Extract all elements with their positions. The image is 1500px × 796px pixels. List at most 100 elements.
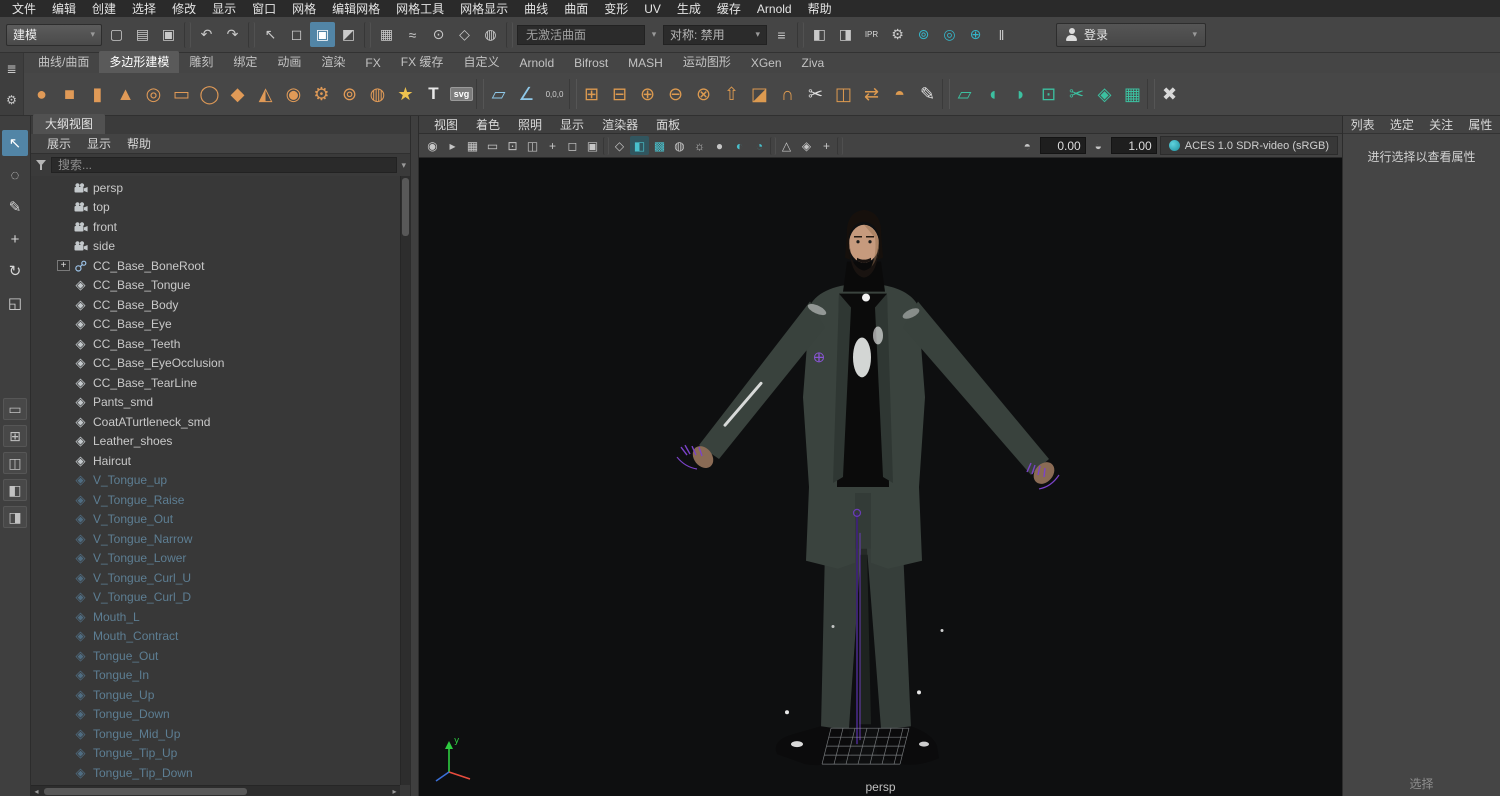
poly-pipe-icon[interactable]: ◉ (280, 77, 307, 111)
select-component-mode-icon[interactable]: ◩ (336, 22, 361, 47)
shelf-gear-icon[interactable]: ⚙ (3, 91, 21, 109)
outliner-item[interactable]: ◈ CC_Base_Teeth (31, 334, 400, 354)
lighting-icon[interactable]: ☼ (690, 136, 709, 155)
gamma-icon[interactable]: ◒ (1089, 136, 1108, 155)
bevel-icon[interactable]: ◪ (746, 77, 773, 111)
expand-toggle-icon[interactable] (57, 767, 70, 778)
poly-platonic-icon[interactable]: ◆ (224, 77, 251, 111)
boolean-intersection-icon[interactable]: ⊗ (690, 77, 717, 111)
viewport-menu-item[interactable]: 显示 (551, 116, 593, 133)
cut-uv-icon[interactable]: ✂ (1063, 77, 1090, 111)
layout-four-pane-icon[interactable]: ⊞ (3, 425, 27, 447)
viewport-menu-item[interactable]: 视图 (425, 116, 467, 133)
outliner-item[interactable]: ◈ Leather_shoes (31, 432, 400, 452)
expand-toggle-icon[interactable] (57, 397, 70, 408)
open-scene-icon[interactable]: ▤ (130, 22, 155, 47)
shelf-tab[interactable]: 自定义 (453, 51, 509, 73)
outliner-item[interactable]: ◈ side (31, 237, 400, 257)
anti-aliasing-icon[interactable]: ◔ (750, 136, 769, 155)
ambient-occlusion-icon[interactable]: ◐ (730, 136, 749, 155)
insert-edge-loop-icon[interactable]: ◫ (830, 77, 857, 111)
extrude-icon[interactable]: ⇧ (718, 77, 745, 111)
poly-cylinder-icon[interactable]: ▮ (84, 77, 111, 111)
outliner-item[interactable]: ◈ top (31, 198, 400, 218)
shelf-tab[interactable]: Arnold (509, 54, 564, 73)
outliner-item[interactable]: + ◈ CC_Base_BoneRoot (31, 256, 400, 276)
render-view-icon[interactable]: ⊚ (911, 22, 936, 47)
svg-tool-icon[interactable]: svg (448, 77, 475, 111)
planar-uv-icon[interactable]: ▱ (951, 77, 978, 111)
outliner-item[interactable]: ◈ CC_Base_Eye (31, 315, 400, 335)
shelf-tab[interactable]: 渲染 (311, 51, 355, 73)
menu-item[interactable]: 网格 (284, 0, 324, 17)
menu-item[interactable]: 创建 (84, 0, 124, 17)
menu-item[interactable]: 帮助 (800, 0, 840, 17)
outliner-horizontal-scrollbar[interactable]: ◂ ▸ (31, 785, 400, 796)
field-dropdown-icon[interactable]: ▾ (647, 22, 661, 47)
shelf-tab[interactable]: 动画 (267, 51, 311, 73)
expand-toggle-icon[interactable] (57, 650, 70, 661)
move-tool-icon[interactable]: + (2, 226, 28, 252)
menu-item[interactable]: 网格显示 (452, 0, 516, 17)
shelf-tab[interactable]: Ziva (792, 54, 835, 73)
viewport-menu-item[interactable]: 面板 (647, 116, 689, 133)
grid-toggle-icon[interactable]: ▦ (463, 136, 482, 155)
expand-toggle-icon[interactable]: + (57, 260, 70, 272)
menu-item[interactable]: 曲面 (556, 0, 596, 17)
spherical-uv-icon[interactable]: ◗ (1007, 77, 1034, 111)
shadows-icon[interactable]: ● (710, 136, 729, 155)
expand-toggle-icon[interactable] (57, 416, 70, 427)
menu-item[interactable]: 显示 (204, 0, 244, 17)
poly-sphere-icon[interactable]: ● (28, 77, 55, 111)
menu-item[interactable]: 编辑网格 (324, 0, 388, 17)
scroll-left-icon[interactable]: ◂ (31, 787, 42, 796)
outliner-item[interactable]: ◈ V_Tongue_Curl_D (31, 588, 400, 608)
ipr-render-icon[interactable]: ◨ (833, 22, 858, 47)
smooth-icon[interactable]: ◓ (886, 77, 913, 111)
boolean-difference-icon[interactable]: ⊖ (662, 77, 689, 111)
outliner-item[interactable]: ◈ Tongue_Tip_Up (31, 744, 400, 764)
rotate-tool-icon[interactable]: ↻ (2, 258, 28, 284)
active-surface-field[interactable]: 无激活曲面 (517, 24, 645, 45)
shelf-tab[interactable]: 雕刻 (179, 51, 223, 73)
expand-toggle-icon[interactable] (57, 572, 70, 583)
expand-toggle-icon[interactable] (57, 455, 70, 466)
expand-toggle-icon[interactable] (57, 358, 70, 369)
attribute-editor-menu-item[interactable]: 列表 (1351, 116, 1375, 133)
expand-toggle-icon[interactable] (57, 709, 70, 720)
menu-item[interactable]: 生成 (669, 0, 709, 17)
film-gate-icon[interactable]: ▭ (483, 136, 502, 155)
chevron-down-icon[interactable]: ▾ (401, 160, 406, 171)
attribute-editor-menu-item[interactable]: 关注 (1429, 116, 1453, 133)
bookmark-icon[interactable]: ▸ (443, 136, 462, 155)
outliner-item[interactable]: ◈ CC_Base_Tongue (31, 276, 400, 296)
layout-two-pane-icon[interactable]: ◫ (3, 452, 27, 474)
poly-plane-icon[interactable]: ▭ (168, 77, 195, 111)
poly-pyramid-icon[interactable]: ◭ (252, 77, 279, 111)
textured-mode-icon[interactable]: ▩ (650, 136, 669, 155)
outliner-item[interactable]: ◈ CC_Base_TearLine (31, 373, 400, 393)
outliner-item[interactable]: ◈ V_Tongue_Curl_U (31, 568, 400, 588)
separator[interactable] (603, 136, 609, 155)
separator[interactable] (770, 136, 776, 155)
outliner-item[interactable]: ◈ V_Tongue_Out (31, 510, 400, 530)
expand-toggle-icon[interactable] (57, 553, 70, 564)
undo-icon[interactable]: ↶ (194, 22, 219, 47)
outliner-item[interactable]: ◈ V_Tongue_Narrow (31, 529, 400, 549)
outliner-item[interactable]: ◈ Haircut (31, 451, 400, 471)
shelf-tab-list-icon[interactable]: ≣ (3, 60, 21, 78)
viewport-canvas[interactable]: y persp (419, 158, 1342, 796)
construction-history-icon[interactable]: ≡ (769, 22, 794, 47)
expand-toggle-icon[interactable] (57, 728, 70, 739)
poly-star-icon[interactable]: ★ (392, 77, 419, 111)
scrollbar-thumb[interactable] (402, 178, 409, 236)
separator[interactable] (248, 21, 255, 48)
separator[interactable] (476, 79, 484, 109)
viewport-menu-item[interactable]: 着色 (467, 116, 509, 133)
shelf-tab[interactable]: 运动图形 (673, 51, 741, 73)
render-frame-icon[interactable]: ◧ (807, 22, 832, 47)
shelf-tab[interactable]: FX 缓存 (391, 51, 454, 73)
ipr-label-icon[interactable]: IPR (859, 22, 884, 47)
snap-to-plane-icon[interactable]: ◇ (452, 22, 477, 47)
shelf-tab[interactable]: XGen (741, 54, 792, 73)
